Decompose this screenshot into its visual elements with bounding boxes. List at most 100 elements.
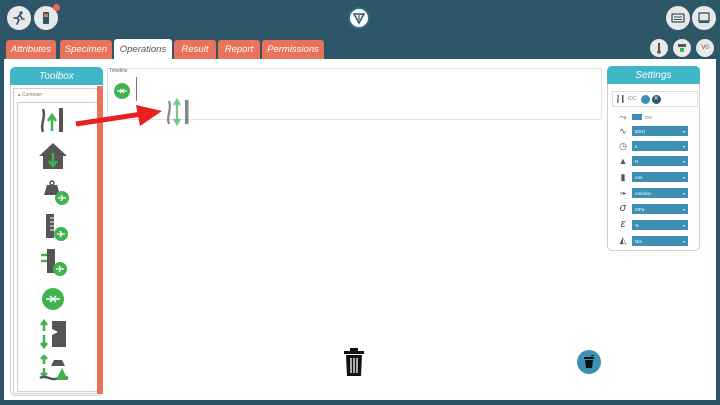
dropdown-value: mm/min [635,190,651,196]
length-unit-dropdown[interactable]: mm ▾ [632,172,688,182]
tab-attributes[interactable]: Attributes [6,40,56,59]
tab-label: Permissions [267,44,319,55]
settings-title: Settings [635,69,672,81]
running-person-icon [13,11,25,25]
selected-step-icon [617,94,624,104]
tab-label: Specimen [64,44,108,55]
dropdown-value: MPa [635,206,645,212]
stress-unit-dropdown[interactable]: MPa ▾ [632,204,688,214]
version-button[interactable]: V0 [696,39,714,57]
device-button[interactable] [34,4,60,30]
clear-timeline-button[interactable] [577,350,601,374]
toolbox-header: Toolbox [10,67,103,85]
toolbox-title: Toolbox [39,70,74,82]
speed-unit-dropdown[interactable]: mm/min ▾ [632,188,688,198]
close-step-button[interactable]: ✕ [651,94,661,104]
tab-result[interactable]: Result [174,40,216,59]
tab-label: Attributes [10,44,52,55]
dropdown-value: N/s [635,238,642,244]
tab-label: Result [181,44,209,55]
force-rate-unit-dropdown[interactable]: N/s ▾ [632,236,688,246]
run-test-button[interactable] [7,6,31,30]
machine-button[interactable] [692,6,716,30]
speed-icon: »▸ [619,190,627,197]
thermometer-icon [657,43,661,54]
drag-hint-arrow [75,105,162,127]
section-common[interactable]: ▴ Common [18,92,42,98]
setting-toggle-row: ⤳ ON [616,112,652,122]
chevron-down-icon: ▾ [682,238,685,244]
machine-icon [698,12,710,23]
tab-permissions[interactable]: Permissions [262,40,324,59]
cycle-tool-icon[interactable] [37,105,67,135]
waveform-icon: ∿ [619,125,627,136]
epsilon-icon: ε [620,218,626,230]
toolbox-scrollbar[interactable] [97,86,103,394]
fixture-button[interactable] [673,39,691,57]
chevron-down-icon: ▾ [682,143,685,149]
setting-row-stress: σ [616,202,630,214]
setting-row-force-rate: ◭ [616,235,630,245]
setting-row-strain: ε [616,218,630,230]
keyboard-icon [671,13,685,23]
trash-icon[interactable] [343,347,365,377]
chevron-down-icon: ▾ [682,158,685,164]
selected-step-label: IDC [628,96,637,102]
timeline-zero-step-icon[interactable] [113,82,131,100]
dropdown-value: N [635,158,639,164]
setting-row-time: ◷ [616,141,630,151]
version-label: V0 [701,45,709,51]
settings-header: Settings [607,66,700,84]
extension-tool-icon[interactable] [42,212,70,242]
trash-small-icon [584,355,595,368]
weight-icon: ▲ [618,156,628,166]
chevron-down-icon: ▾ [682,128,685,134]
notification-badge [53,4,60,11]
setting-row-speed: »▸ [616,188,630,198]
toggle-label: ON [645,114,652,120]
sequence-tool-icon[interactable] [38,354,70,384]
dragged-cycle-tool-icon[interactable] [164,97,192,127]
dropdown-value: % [635,222,640,228]
force-rate-icon: ◭ [619,234,627,245]
device-icon [43,12,49,24]
chevron-down-icon: ▾ [682,174,685,180]
app-logo [348,7,370,29]
setting-row-rate: ∿ [616,126,630,136]
time-unit-dropdown[interactable]: s ▾ [632,141,688,151]
load-tool-icon[interactable] [40,179,70,205]
dropdown-value: mm [635,174,643,180]
ruler-icon: ▮ [620,171,626,182]
break-tool-icon[interactable] [38,319,70,349]
logo-icon [352,13,366,25]
chevron-down-icon: ▾ [682,190,685,196]
sigma-icon: σ [619,202,627,214]
force-unit-dropdown[interactable]: N ▾ [632,156,688,166]
keyboard-button[interactable] [666,6,690,30]
chevron-down-icon: ▾ [682,206,685,212]
selected-step-row: IDC ✕ [612,91,698,107]
on-toggle[interactable] [632,114,642,120]
dropdown-value: s [635,143,638,149]
chevron-down-icon: ▾ [682,222,685,228]
strain-unit-dropdown[interactable]: % ▾ [632,220,688,230]
timeline-label: Timeline [109,68,128,74]
tab-specimen[interactable]: Specimen [60,40,112,59]
tab-operations[interactable]: Operations [114,39,172,60]
tab-label: Operations [119,44,167,55]
thermometer-button[interactable] [650,39,668,57]
tab-report[interactable]: Report [218,40,260,59]
clock-icon: ◷ [619,140,627,151]
timeline-insertion-cursor [136,77,137,101]
setting-row-force: ▲ [616,156,630,166]
tab-label: Report [224,44,254,55]
rate-dropdown[interactable]: 50Hz ▾ [632,126,688,136]
section-label: Common [21,92,43,98]
setting-row-length: ▮ [616,172,630,182]
dropdown-value: 50Hz [635,128,646,134]
fixture-icon [678,44,686,52]
copy-step-button[interactable] [640,94,650,104]
home-tool-icon[interactable] [37,141,69,171]
position-tool-icon[interactable] [38,247,70,277]
zero-tool-icon[interactable] [40,287,66,311]
